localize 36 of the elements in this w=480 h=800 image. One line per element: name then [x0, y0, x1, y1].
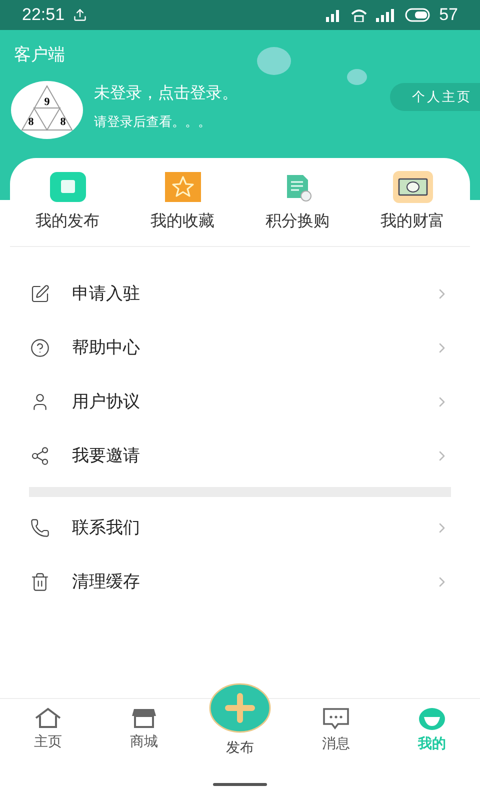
menu-item[interactable]: 申请入驻: [0, 267, 480, 321]
shortcut-button[interactable]: 我的发布: [10, 170, 125, 234]
phone-icon: [30, 518, 50, 538]
menu-item[interactable]: 用户协议: [0, 375, 480, 429]
house-icon: [34, 707, 62, 729]
login-hint: 请登录后查看。。。: [94, 113, 212, 132]
menu-item[interactable]: 我要邀请: [0, 429, 480, 483]
shortcut-button[interactable]: 积分换购: [240, 170, 355, 234]
trash-icon: [30, 572, 50, 592]
avatar-drawing: 9 8 8: [10, 80, 84, 140]
menu-item[interactable]: 清理缓存: [0, 555, 480, 609]
share-icon: [30, 446, 50, 466]
nav-tab[interactable]: 消息: [288, 707, 384, 754]
edit-icon: [30, 284, 50, 304]
bubble-decoration: [346, 68, 368, 86]
help-icon: [30, 338, 50, 358]
battery-icon: [405, 8, 432, 22]
smiley-icon: [418, 707, 446, 731]
publish-button[interactable]: 发布: [192, 683, 288, 758]
money-icon: [392, 171, 432, 203]
nav-tab[interactable]: 商城: [96, 707, 192, 752]
app-title: 客户端: [14, 45, 65, 64]
menu-item[interactable]: 帮助中心: [0, 321, 480, 375]
upload-icon: [72, 8, 87, 22]
shortcut-button[interactable]: 我的收藏: [125, 170, 240, 234]
chat-icon: [322, 707, 350, 731]
nav-tab[interactable]: 主页: [0, 707, 96, 752]
shop-icon: [131, 707, 157, 729]
plus-icon: [209, 683, 271, 733]
wifi-icon: [351, 8, 368, 22]
menu-item[interactable]: 联系我们: [0, 501, 480, 555]
edit-icon: [50, 172, 86, 202]
bubble-decoration: [256, 46, 292, 76]
clock-time: 22:51: [22, 4, 65, 26]
battery-level: 57: [439, 4, 458, 26]
shortcut-button[interactable]: 我的财富: [355, 170, 470, 234]
